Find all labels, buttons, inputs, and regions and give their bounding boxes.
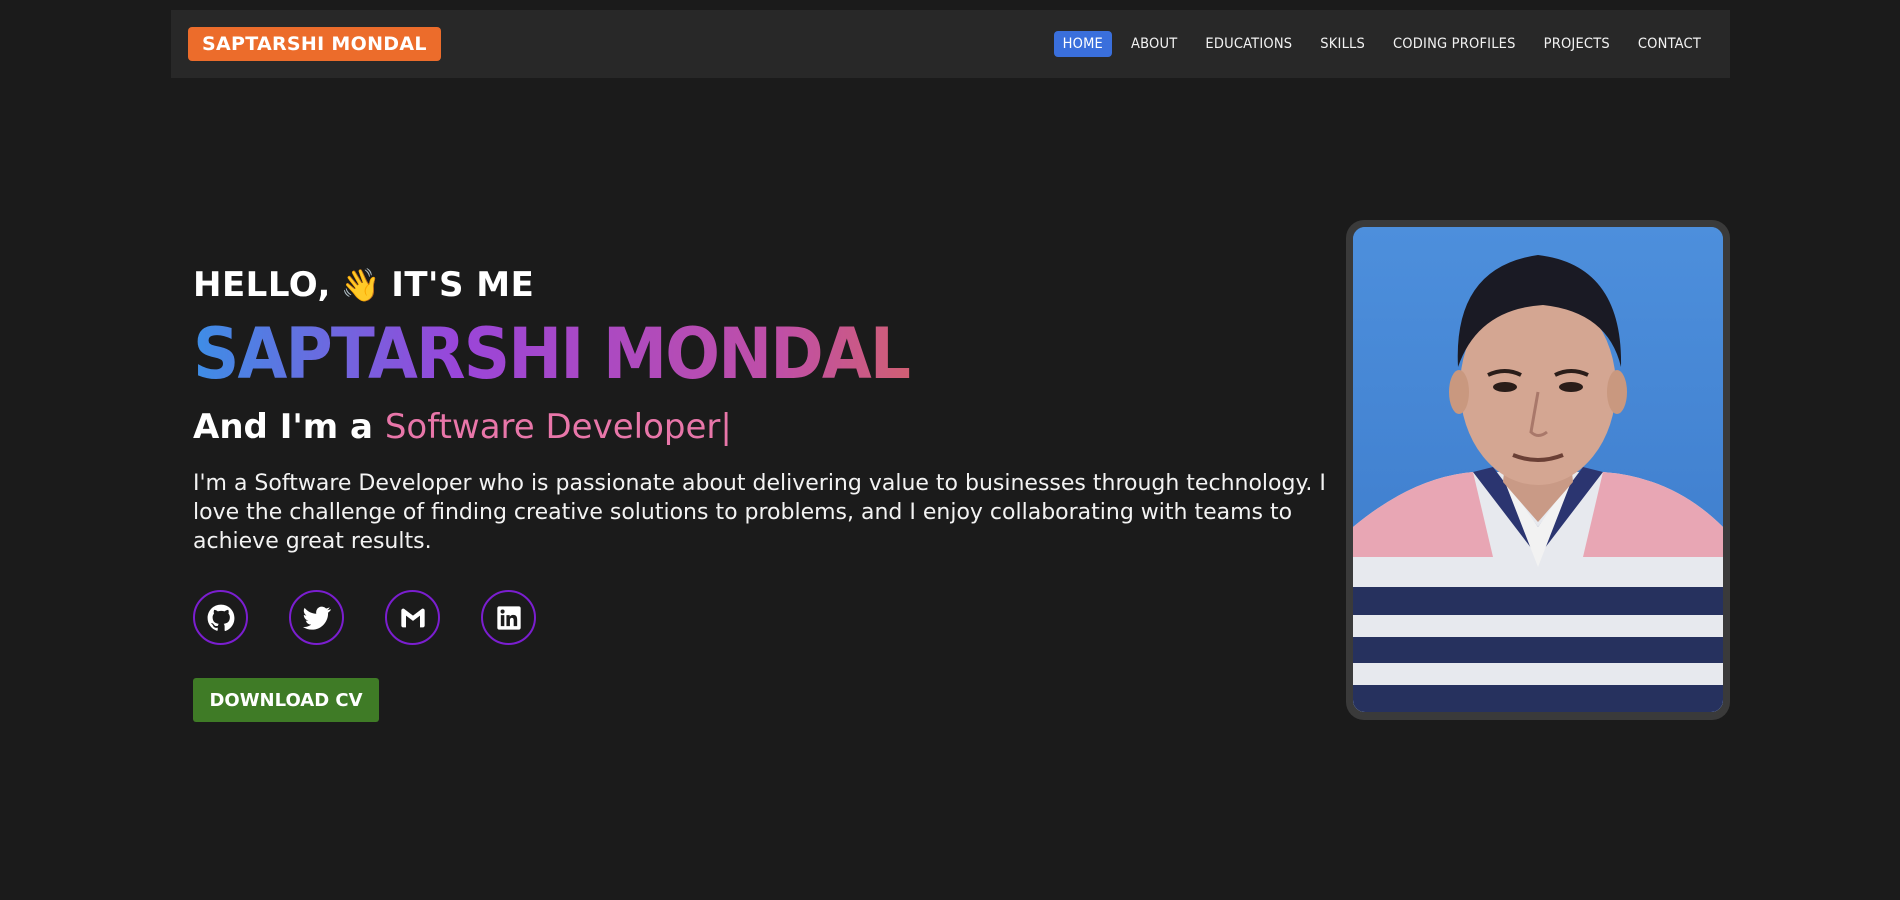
gmail-link[interactable] xyxy=(385,590,440,645)
linkedin-link[interactable] xyxy=(481,590,536,645)
nav-item-home[interactable]: HOME xyxy=(1053,31,1113,57)
greeting: HELLO, 👋 IT'S ME xyxy=(193,265,1353,305)
github-link[interactable] xyxy=(193,590,248,645)
nav-item-projects[interactable]: PROJECTS xyxy=(1535,31,1619,57)
profile-photo-frame xyxy=(1346,220,1730,720)
social-links xyxy=(193,590,1353,645)
nav-item-educations[interactable]: EDUCATIONS xyxy=(1196,31,1301,57)
role-title: Software Developer xyxy=(384,407,721,447)
nav-item-contact[interactable]: CONTACT xyxy=(1629,31,1710,57)
twitter-icon xyxy=(302,606,331,630)
profile-photo xyxy=(1353,227,1723,712)
greeting-hello: HELLO, xyxy=(193,265,331,305)
navbar: SAPTARSHI MONDAL HOME ABOUT EDUCATIONS S… xyxy=(171,10,1730,78)
gmail-icon xyxy=(400,608,425,627)
nav-item-skills[interactable]: SKILLS xyxy=(1311,31,1374,57)
role-prefix: And I'm a xyxy=(193,407,373,447)
hero-section: HELLO, 👋 IT'S ME SAPTARSHI MONDAL And I'… xyxy=(193,265,1353,722)
brand-logo[interactable]: SAPTARSHI MONDAL xyxy=(188,27,441,61)
nav-links: HOME ABOUT EDUCATIONS SKILLS CODING PROF… xyxy=(1053,31,1710,57)
typing-cursor: | xyxy=(720,407,732,447)
download-cv-button[interactable]: DOWNLOAD CV xyxy=(193,678,379,722)
greeting-its-me: IT'S ME xyxy=(391,265,535,305)
nav-item-about[interactable]: ABOUT xyxy=(1122,31,1186,57)
nav-item-coding-profiles[interactable]: CODING PROFILES xyxy=(1384,31,1525,57)
waving-hand-icon: 👋 xyxy=(340,266,382,304)
role-line: And I'm a Software Developer| xyxy=(193,407,1353,447)
twitter-link[interactable] xyxy=(289,590,344,645)
linkedin-icon xyxy=(496,605,521,630)
github-icon xyxy=(207,604,234,631)
bio-text: I'm a Software Developer who is passiona… xyxy=(193,471,1326,554)
hero-name: SAPTARSHI MONDAL xyxy=(193,315,1260,393)
portrait-illustration xyxy=(1353,227,1723,712)
